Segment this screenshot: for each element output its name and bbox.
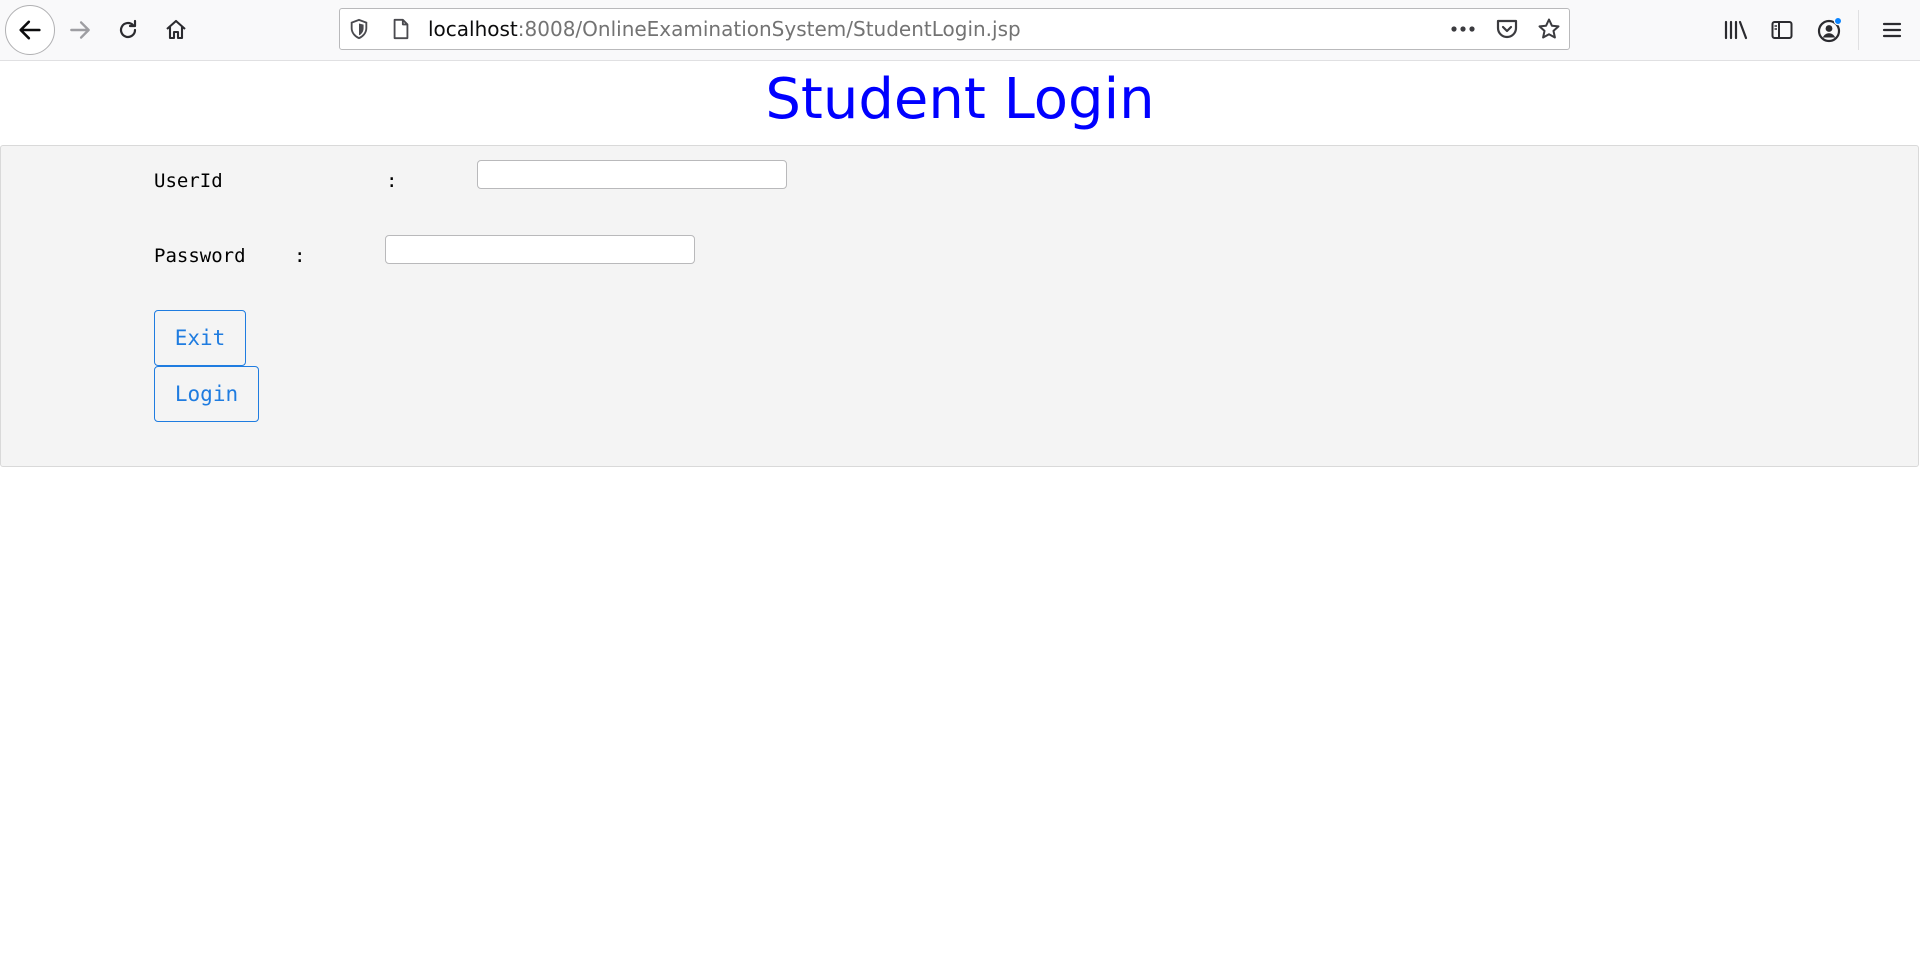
back-arrow-icon [19,20,41,40]
star-icon[interactable] [1534,15,1564,43]
exit-button[interactable]: Exit [154,310,246,366]
userid-colon: : [386,170,398,192]
pocket-icon[interactable] [1492,15,1522,43]
userid-input[interactable] [477,160,787,189]
back-button[interactable] [5,5,55,55]
forward-arrow-icon [70,21,90,39]
browser-toolbar: localhost:8008/OnlineExaminationSystem/S… [0,0,1920,61]
account-icon [1817,16,1843,43]
page-title: Student Login [765,67,1155,132]
password-label: Password [154,245,246,267]
library-button[interactable] [1718,12,1754,48]
notification-dot [1833,16,1843,26]
page-icon[interactable] [390,17,414,41]
hamburger-menu-icon [1882,22,1902,38]
url-text[interactable]: localhost:8008/OnlineExaminationSystem/S… [428,17,1021,41]
url-bar[interactable]: localhost:8008/OnlineExaminationSystem/S… [339,8,1570,50]
shield-icon[interactable] [348,17,372,41]
library-icon [1724,20,1748,40]
sidebar-button[interactable] [1764,12,1800,48]
home-icon [166,19,186,40]
userid-label: UserId [154,170,223,192]
reload-icon [119,19,137,39]
menu-button[interactable] [1874,12,1910,48]
sidebar-icon [1771,21,1793,39]
password-input[interactable] [385,235,695,264]
account-button[interactable] [1812,12,1848,48]
more-icon[interactable] [1448,15,1478,43]
url-path: :8008/OnlineExaminationSystem/StudentLog… [517,17,1021,41]
url-host: localhost [428,17,518,41]
home-button[interactable] [158,12,194,48]
login-form-panel: UserId : Password : Exit Login [0,145,1919,467]
forward-button[interactable] [62,12,98,48]
password-colon: : [294,245,306,267]
login-button[interactable]: Login [154,366,259,422]
reload-button[interactable] [110,12,146,48]
toolbar-divider [1858,10,1859,50]
